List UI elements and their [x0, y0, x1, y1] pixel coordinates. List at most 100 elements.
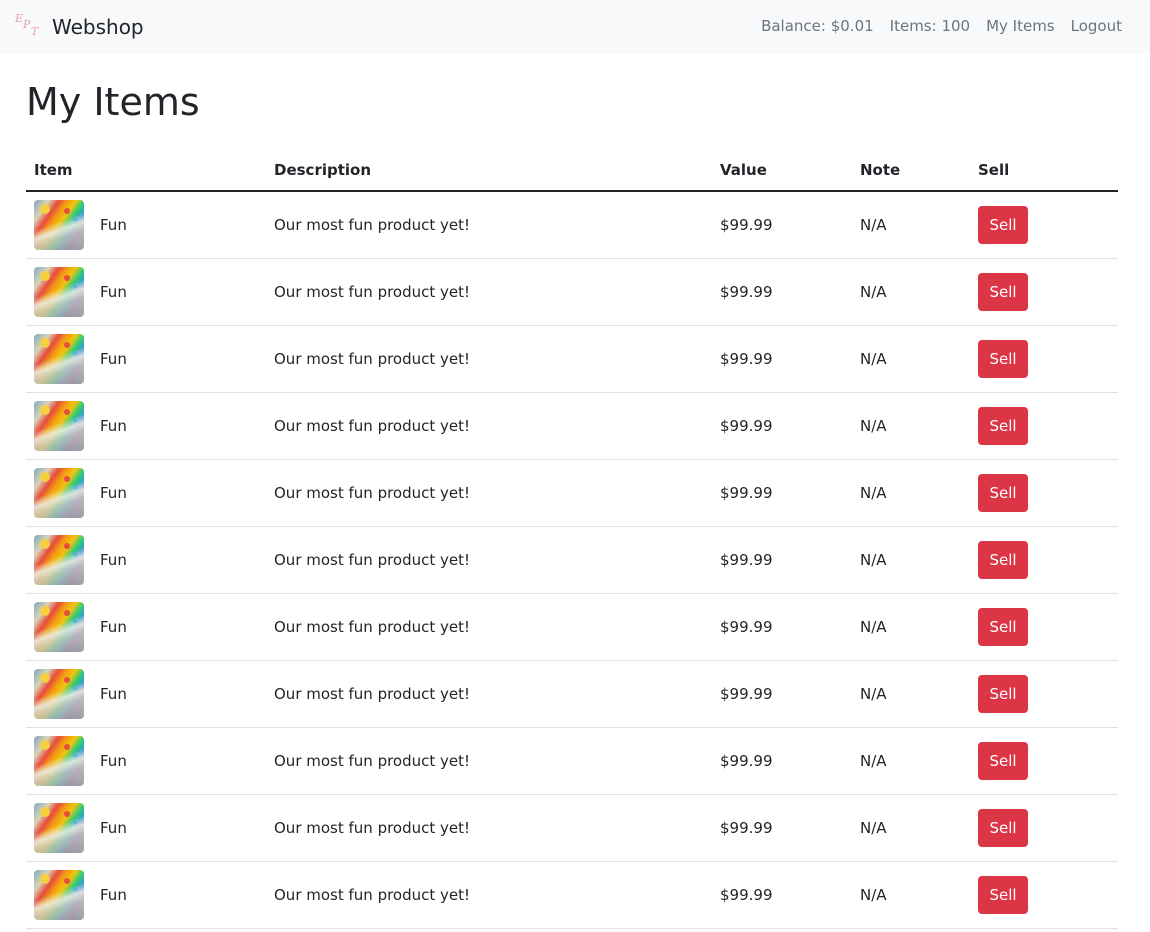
sell-cell: Sell [970, 660, 1118, 728]
item-note: N/A [852, 593, 970, 661]
item-description: Our most fun product yet! [266, 392, 712, 460]
item-description: Our most fun product yet! [266, 258, 712, 326]
sell-button[interactable]: Sell [978, 406, 1028, 445]
page-title: My Items [26, 80, 200, 124]
sell-button[interactable]: Sell [978, 339, 1028, 378]
item-value: $99.99 [712, 593, 852, 661]
product-thumbnail [34, 869, 84, 920]
nav-my-items-link[interactable]: My Items [986, 17, 1055, 35]
item-value: $99.99 [712, 861, 852, 929]
item-cell: Fun [26, 325, 266, 393]
sell-button[interactable]: Sell [978, 540, 1028, 579]
item-value: $99.99 [712, 258, 852, 326]
item-note: N/A [852, 459, 970, 527]
item-value: $99.99 [712, 526, 852, 594]
item-name: Fun [100, 483, 127, 502]
nav-logout-link[interactable]: Logout [1071, 17, 1122, 35]
item-description: Our most fun product yet! [266, 593, 712, 661]
product-thumbnail [34, 266, 84, 317]
item-note: N/A [852, 392, 970, 460]
item-info: Fun [34, 668, 258, 719]
product-thumbnail [34, 735, 84, 786]
item-description: Our most fun product yet! [266, 660, 712, 728]
table-row: Fun Our most fun product yet! $99.99 N/A Sel… [26, 258, 1118, 326]
sell-button[interactable]: Sell [978, 473, 1028, 512]
sell-button[interactable]: Sell [978, 674, 1028, 713]
item-note: N/A [852, 191, 970, 259]
table-row: Fun Our most fun product yet! $99.99 N/A Sel… [26, 325, 1118, 393]
brand-name: Webshop [52, 15, 144, 39]
sell-cell: Sell [970, 459, 1118, 527]
header-value: Value [712, 150, 852, 192]
table-row: Fun Our most fun product yet! $99.99 N/A Sel… [26, 861, 1118, 929]
item-name: Fun [100, 617, 127, 636]
sell-button[interactable]: Sell [978, 205, 1028, 244]
sell-cell: Sell [970, 191, 1118, 259]
logo-letter-p: P [23, 18, 31, 31]
item-info: Fun [34, 266, 258, 317]
sell-cell: Sell [970, 593, 1118, 661]
item-cell: Fun [26, 660, 266, 728]
table-row: Fun Our most fun product yet! $99.99 N/A Sel… [26, 392, 1118, 460]
item-info: Fun [34, 802, 258, 853]
items-table-container: Item Description Value Note Sell Fun Our … [26, 150, 1118, 929]
sell-button[interactable]: Sell [978, 272, 1028, 311]
item-name: Fun [100, 416, 127, 435]
sell-button[interactable]: Sell [978, 741, 1028, 780]
item-name: Fun [100, 282, 127, 301]
item-value: $99.99 [712, 191, 852, 259]
item-cell: Fun [26, 861, 266, 929]
item-info: Fun [34, 601, 258, 652]
item-name: Fun [100, 349, 127, 368]
brand-link[interactable]: E P T Webshop [14, 10, 144, 44]
nav-links: Balance: $0.01 Items: 100 My Items Logou… [761, 17, 1122, 35]
item-note: N/A [852, 258, 970, 326]
product-thumbnail [34, 400, 84, 451]
item-cell: Fun [26, 593, 266, 661]
product-thumbnail [34, 467, 84, 518]
item-cell: Fun [26, 191, 266, 259]
sell-cell: Sell [970, 392, 1118, 460]
item-description: Our most fun product yet! [266, 727, 712, 795]
item-name: Fun [100, 885, 127, 904]
sell-cell: Sell [970, 794, 1118, 862]
sell-button[interactable]: Sell [978, 607, 1028, 646]
table-body: Fun Our most fun product yet! $99.99 N/A Sel… [26, 191, 1118, 929]
item-info: Fun [34, 869, 258, 920]
product-thumbnail [34, 802, 84, 853]
table-header-row: Item Description Value Note Sell [26, 150, 1118, 192]
item-info: Fun [34, 400, 258, 451]
sell-cell: Sell [970, 526, 1118, 594]
sell-button[interactable]: Sell [978, 875, 1028, 914]
sell-button[interactable]: Sell [978, 808, 1028, 847]
item-description: Our most fun product yet! [266, 861, 712, 929]
item-note: N/A [852, 727, 970, 795]
table-row: Fun Our most fun product yet! $99.99 N/A Sel… [26, 794, 1118, 862]
item-value: $99.99 [712, 794, 852, 862]
item-cell: Fun [26, 794, 266, 862]
item-info: Fun [34, 333, 258, 384]
sell-cell: Sell [970, 727, 1118, 795]
item-description: Our most fun product yet! [266, 526, 712, 594]
item-description: Our most fun product yet! [266, 459, 712, 527]
item-name: Fun [100, 550, 127, 569]
table-row: Fun Our most fun product yet! $99.99 N/A Sel… [26, 727, 1118, 795]
brand-logo: E P T [14, 12, 44, 42]
table-row: Fun Our most fun product yet! $99.99 N/A Sel… [26, 191, 1118, 259]
product-thumbnail [34, 534, 84, 585]
item-note: N/A [852, 794, 970, 862]
item-description: Our most fun product yet! [266, 191, 712, 259]
item-value: $99.99 [712, 459, 852, 527]
logo-letter-t: T [31, 25, 39, 38]
header-sell: Sell [970, 150, 1118, 192]
balance-display: Balance: $0.01 [761, 17, 874, 35]
item-info: Fun [34, 735, 258, 786]
item-description: Our most fun product yet! [266, 325, 712, 393]
item-info: Fun [34, 199, 258, 250]
item-name: Fun [100, 751, 127, 770]
table-row: Fun Our most fun product yet! $99.99 N/A Sel… [26, 660, 1118, 728]
table-header: Item Description Value Note Sell [26, 150, 1118, 192]
item-value: $99.99 [712, 325, 852, 393]
item-note: N/A [852, 526, 970, 594]
table-row: Fun Our most fun product yet! $99.99 N/A Sel… [26, 459, 1118, 527]
